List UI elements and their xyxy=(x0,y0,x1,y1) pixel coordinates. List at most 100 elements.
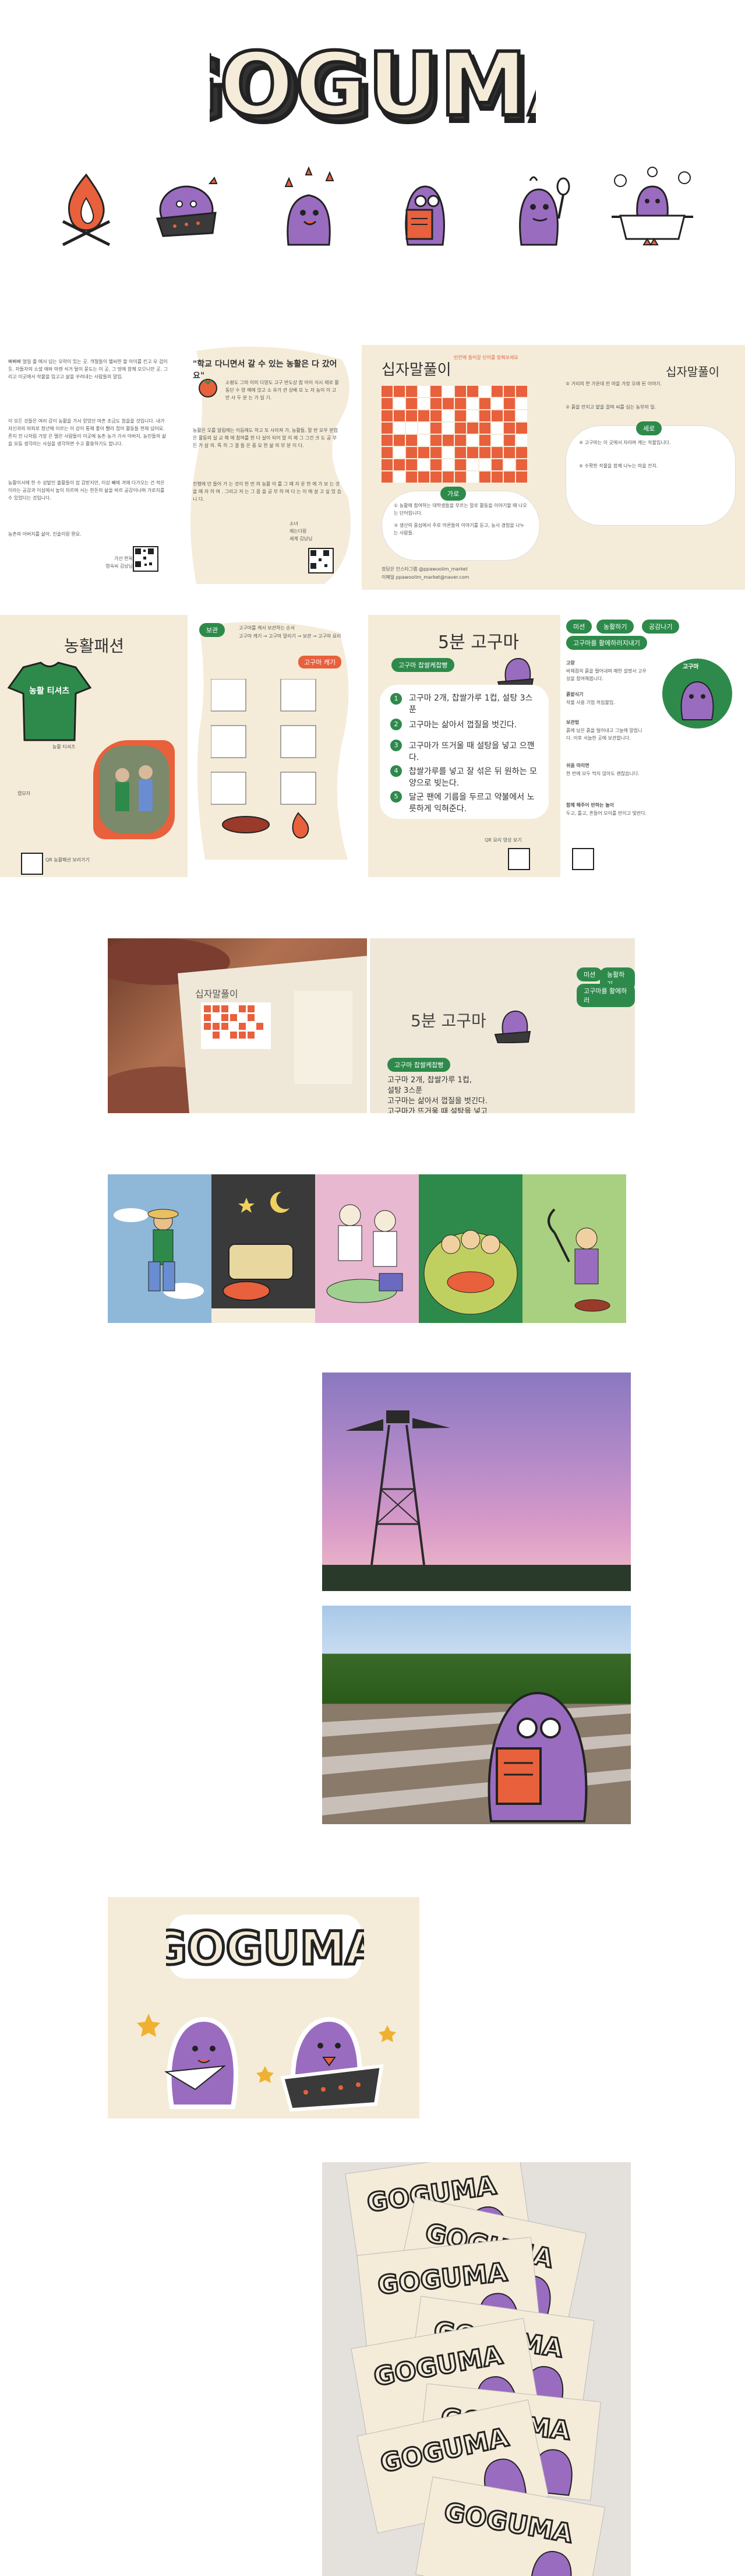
crossword-cell[interactable] xyxy=(406,459,417,470)
crossword-cell[interactable] xyxy=(418,459,429,470)
crossword-cell[interactable] xyxy=(382,410,393,421)
crossword-cell[interactable] xyxy=(382,398,393,409)
crossword-cell[interactable] xyxy=(382,423,393,434)
crossword-cell[interactable] xyxy=(406,410,417,421)
crossword-cell[interactable] xyxy=(467,435,478,446)
crossword-cell[interactable] xyxy=(443,447,454,458)
crossword-cell[interactable] xyxy=(406,386,417,397)
crossword-cell[interactable] xyxy=(430,471,442,483)
crossword-cell[interactable] xyxy=(479,435,490,446)
crossword-cell[interactable] xyxy=(394,471,405,483)
crossword-cell[interactable] xyxy=(492,459,503,470)
crossword-cell[interactable] xyxy=(394,398,405,409)
qr-code[interactable] xyxy=(572,848,594,870)
crossword-cell[interactable] xyxy=(382,386,393,397)
crossword-cell[interactable] xyxy=(382,447,393,458)
crossword-cell[interactable] xyxy=(455,459,466,470)
crossword-cell[interactable] xyxy=(467,471,478,483)
crossword-cell[interactable] xyxy=(418,410,429,421)
crossword-cell[interactable] xyxy=(443,410,454,421)
crossword-cell[interactable] xyxy=(504,423,515,434)
crossword-cell[interactable] xyxy=(394,459,405,470)
crossword-cell[interactable] xyxy=(492,435,503,446)
crossword-cell[interactable] xyxy=(492,410,503,421)
crossword-cell[interactable] xyxy=(504,410,515,421)
crossword-cell[interactable] xyxy=(479,447,490,458)
crossword-cell[interactable] xyxy=(406,435,417,446)
crossword-cell[interactable] xyxy=(406,447,417,458)
crossword-cell[interactable] xyxy=(430,423,442,434)
crossword-grid[interactable] xyxy=(382,386,531,486)
crossword-cell[interactable] xyxy=(455,398,466,409)
crossword-cell[interactable] xyxy=(430,447,442,458)
crossword-cell[interactable] xyxy=(406,398,417,409)
crossword-cell[interactable] xyxy=(406,471,417,483)
crossword-cell[interactable] xyxy=(418,423,429,434)
crossword-cell[interactable] xyxy=(382,459,393,470)
crossword-cell[interactable] xyxy=(455,423,466,434)
crossword-cell[interactable] xyxy=(516,471,527,483)
crossword-cell[interactable] xyxy=(418,386,429,397)
crossword-cell[interactable] xyxy=(443,471,454,483)
crossword-cell[interactable] xyxy=(492,398,503,409)
crossword-cell[interactable] xyxy=(467,410,478,421)
crossword-cell[interactable] xyxy=(455,447,466,458)
crossword-cell[interactable] xyxy=(382,471,393,483)
crossword-cell[interactable] xyxy=(504,398,515,409)
crossword-cell[interactable] xyxy=(492,471,503,483)
crossword-cell[interactable] xyxy=(467,447,478,458)
crossword-cell[interactable] xyxy=(394,423,405,434)
crossword-cell[interactable] xyxy=(504,471,515,483)
crossword-cell[interactable] xyxy=(467,459,478,470)
crossword-cell[interactable] xyxy=(443,398,454,409)
crossword-cell[interactable] xyxy=(443,423,454,434)
crossword-cell[interactable] xyxy=(467,386,478,397)
crossword-cell[interactable] xyxy=(516,410,527,421)
crossword-cell[interactable] xyxy=(479,471,490,483)
qr-code[interactable] xyxy=(21,853,43,875)
crossword-cell[interactable] xyxy=(504,435,515,446)
crossword-cell[interactable] xyxy=(492,386,503,397)
crossword-cell[interactable] xyxy=(394,435,405,446)
qr-code[interactable] xyxy=(133,546,158,572)
crossword-cell[interactable] xyxy=(479,398,490,409)
crossword-cell[interactable] xyxy=(504,447,515,458)
crossword-cell[interactable] xyxy=(492,447,503,458)
crossword-cell[interactable] xyxy=(467,423,478,434)
crossword-cell[interactable] xyxy=(516,435,527,446)
crossword-cell[interactable] xyxy=(516,398,527,409)
crossword-cell[interactable] xyxy=(430,398,442,409)
crossword-cell[interactable] xyxy=(418,435,429,446)
crossword-cell[interactable] xyxy=(418,447,429,458)
crossword-cell[interactable] xyxy=(479,386,490,397)
crossword-cell[interactable] xyxy=(479,423,490,434)
crossword-cell[interactable] xyxy=(430,459,442,470)
crossword-cell[interactable] xyxy=(394,410,405,421)
crossword-cell[interactable] xyxy=(430,435,442,446)
crossword-cell[interactable] xyxy=(455,435,466,446)
crossword-cell[interactable] xyxy=(406,423,417,434)
crossword-cell[interactable] xyxy=(516,447,527,458)
crossword-cell[interactable] xyxy=(516,459,527,470)
crossword-cell[interactable] xyxy=(382,435,393,446)
qr-code[interactable] xyxy=(508,848,530,870)
qr-code[interactable] xyxy=(308,548,334,573)
crossword-cell[interactable] xyxy=(394,447,405,458)
crossword-cell[interactable] xyxy=(443,386,454,397)
crossword-cell[interactable] xyxy=(443,435,454,446)
crossword-cell[interactable] xyxy=(516,423,527,434)
crossword-cell[interactable] xyxy=(492,423,503,434)
crossword-cell[interactable] xyxy=(516,386,527,397)
crossword-cell[interactable] xyxy=(455,386,466,397)
crossword-cell[interactable] xyxy=(418,398,429,409)
crossword-cell[interactable] xyxy=(479,410,490,421)
crossword-cell[interactable] xyxy=(430,386,442,397)
crossword-cell[interactable] xyxy=(504,459,515,470)
crossword-cell[interactable] xyxy=(504,386,515,397)
crossword-cell[interactable] xyxy=(430,410,442,421)
crossword-cell[interactable] xyxy=(455,410,466,421)
crossword-cell[interactable] xyxy=(443,459,454,470)
crossword-cell[interactable] xyxy=(467,398,478,409)
crossword-cell[interactable] xyxy=(394,386,405,397)
crossword-cell[interactable] xyxy=(479,459,490,470)
